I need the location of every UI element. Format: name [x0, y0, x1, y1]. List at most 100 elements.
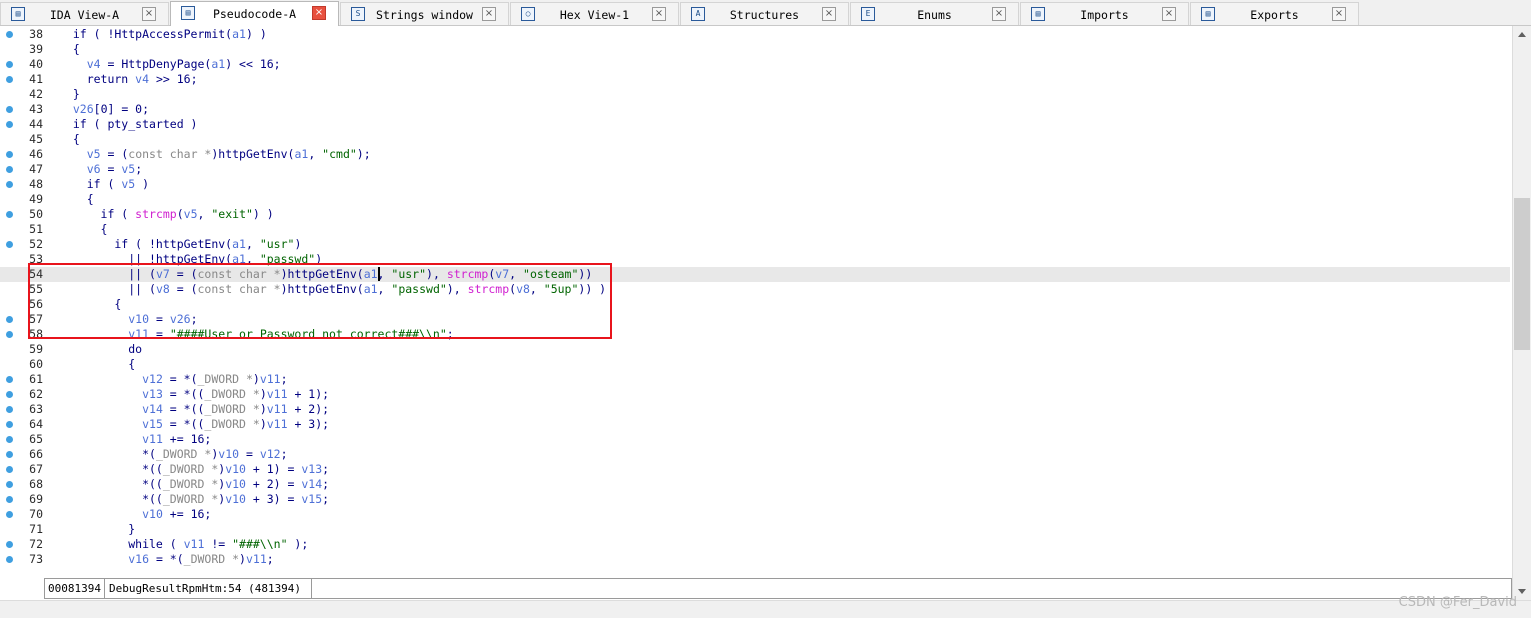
code-line[interactable]: 72 while ( v11 != "###\\n" );: [0, 537, 1510, 552]
code-line[interactable]: 59 do: [0, 342, 1510, 357]
breakpoint-dot-icon[interactable]: [6, 106, 13, 113]
code-token: if ( !httpGetEnv(: [59, 237, 233, 251]
code-line[interactable]: 63 v14 = *((_DWORD *)v11 + 2);: [0, 402, 1510, 417]
code-token: = *((: [162, 387, 205, 401]
breakpoint-dot-icon[interactable]: [6, 61, 13, 68]
vertical-scrollbar[interactable]: [1512, 26, 1531, 600]
code-token: _DWORD *: [204, 417, 260, 431]
breakpoint-dot-icon[interactable]: [6, 541, 13, 548]
code-line[interactable]: 66 *(_DWORD *)v10 = v12;: [0, 447, 1510, 462]
scroll-up-arrow-icon[interactable]: [1518, 32, 1526, 37]
tab-enums[interactable]: E Enums ×: [850, 2, 1019, 25]
breakpoint-dot-icon[interactable]: [6, 316, 13, 323]
hex-view-icon: ○: [521, 7, 535, 21]
code-token: _DWORD *: [155, 447, 212, 461]
breakpoint-dot-icon[interactable]: [6, 376, 13, 383]
code-token: v6: [86, 162, 101, 176]
breakpoint-dot-icon[interactable]: [6, 241, 13, 248]
code-token: if (: [59, 207, 136, 221]
tab-close-icon[interactable]: ×: [1332, 7, 1346, 21]
tab-label: Strings window: [376, 8, 473, 22]
breakpoint-dot-icon[interactable]: [6, 181, 13, 188]
tab-pseudocode-a[interactable]: ▤ Pseudocode-A ×: [170, 1, 339, 26]
tab-close-icon[interactable]: ×: [992, 7, 1006, 21]
breakpoint-dot-icon[interactable]: [6, 331, 13, 338]
code-line[interactable]: 43 v26[0] = 0;: [0, 102, 1510, 117]
tab-exports[interactable]: ▤ Exports ×: [1190, 2, 1359, 25]
code-line[interactable]: 71 }: [0, 522, 1510, 537]
horizontal-scrollbar[interactable]: [0, 600, 1531, 618]
scroll-thumb[interactable]: [1514, 198, 1530, 350]
breakpoint-dot-icon[interactable]: [6, 151, 13, 158]
tab-close-icon[interactable]: ×: [312, 6, 326, 20]
code-line[interactable]: 73 v16 = *(_DWORD *)v11;: [0, 552, 1510, 567]
breakpoint-dot-icon[interactable]: [6, 166, 13, 173]
tab-hex-view-1[interactable]: ○ Hex View-1 ×: [510, 2, 679, 25]
code-token: *((: [59, 462, 163, 476]
code-line[interactable]: 39 {: [0, 42, 1510, 57]
pseudocode-view[interactable]: 38 if ( !HttpAccessPermit(a1) ) 39 {40 v4…: [0, 26, 1512, 578]
code-text: v26[0] = 0;: [59, 102, 149, 117]
code-line[interactable]: 64 v15 = *((_DWORD *)v11 + 3);: [0, 417, 1510, 432]
pseudocode-icon: ▤: [181, 6, 195, 20]
breakpoint-dot-icon[interactable]: [6, 481, 13, 488]
tab-close-icon[interactable]: ×: [822, 7, 836, 21]
code-line[interactable]: 48 if ( v5 ): [0, 177, 1510, 192]
tab-strings-window[interactable]: S Strings window ×: [340, 2, 509, 25]
breakpoint-dot-icon[interactable]: [6, 511, 13, 518]
code-line[interactable]: 69 *((_DWORD *)v10 + 3) = v15;: [0, 492, 1510, 507]
breakpoint-dot-icon[interactable]: [6, 436, 13, 443]
code-line[interactable]: 49 {: [0, 192, 1510, 207]
tab-ida-view-a[interactable]: ▤ IDA View-A ×: [0, 2, 169, 25]
code-line[interactable]: 47 v6 = v5;: [0, 162, 1510, 177]
code-token: ): [135, 177, 150, 191]
line-number: 52: [29, 237, 43, 251]
code-token: v10: [225, 462, 246, 476]
enums-icon: E: [861, 7, 875, 21]
code-text: v14 = *((_DWORD *)v11 + 2);: [59, 402, 329, 417]
line-number: 66: [29, 447, 43, 461]
code-line[interactable]: 41 return v4 >> 16;: [0, 72, 1510, 87]
code-line[interactable]: 50 if ( strcmp(v5, "exit") ): [0, 207, 1510, 222]
code-line[interactable]: 45 {: [0, 132, 1510, 147]
tab-imports[interactable]: ▤ Imports ×: [1020, 2, 1189, 25]
breakpoint-dot-icon[interactable]: [6, 421, 13, 428]
imports-icon: ▤: [1031, 7, 1045, 21]
breakpoint-dot-icon[interactable]: [6, 451, 13, 458]
breakpoint-dot-icon[interactable]: [6, 391, 13, 398]
breakpoint-dot-icon[interactable]: [6, 496, 13, 503]
tab-structures[interactable]: A Structures ×: [680, 2, 849, 25]
tab-close-icon[interactable]: ×: [482, 7, 496, 21]
code-line[interactable]: 67 *((_DWORD *)v10 + 1) = v13;: [0, 462, 1510, 477]
code-line[interactable]: 38 if ( !HttpAccessPermit(a1) ): [0, 27, 1510, 42]
code-line[interactable]: 44 if ( pty_started ): [0, 117, 1510, 132]
code-line[interactable]: 61 v12 = *(_DWORD *)v11;: [0, 372, 1510, 387]
breakpoint-dot-icon[interactable]: [6, 31, 13, 38]
breakpoint-dot-icon[interactable]: [6, 211, 13, 218]
code-token: if ( !: [59, 27, 115, 41]
code-line[interactable]: 65 v11 += 16;: [0, 432, 1510, 447]
scroll-down-arrow-icon[interactable]: [1518, 589, 1526, 594]
breakpoint-dot-icon[interactable]: [6, 121, 13, 128]
tab-label: Enums: [917, 8, 952, 22]
code-line[interactable]: 51 {: [0, 222, 1510, 237]
tab-close-icon[interactable]: ×: [652, 7, 666, 21]
code-line[interactable]: 62 v13 = *((_DWORD *)v11 + 1);: [0, 387, 1510, 402]
tab-close-icon[interactable]: ×: [1162, 7, 1176, 21]
code-line[interactable]: 68 *((_DWORD *)v10 + 2) = v14;: [0, 477, 1510, 492]
code-line[interactable]: 40 v4 = HttpDenyPage(a1) << 16;: [0, 57, 1510, 72]
breakpoint-dot-icon[interactable]: [6, 466, 13, 473]
tab-close-icon[interactable]: ×: [142, 7, 156, 21]
code-line[interactable]: 46 v5 = (const char *)httpGetEnv(a1, "cm…: [0, 147, 1510, 162]
code-line[interactable]: 70 v10 += 16;: [0, 507, 1510, 522]
code-token: [0] = 0;: [93, 102, 150, 116]
code-token: v15: [142, 417, 163, 431]
code-line[interactable]: 52 if ( !httpGetEnv(a1, "usr"): [0, 237, 1510, 252]
breakpoint-dot-icon[interactable]: [6, 406, 13, 413]
code-line[interactable]: 60 {: [0, 357, 1510, 372]
breakpoint-dot-icon[interactable]: [6, 76, 13, 83]
code-line[interactable]: 42 }: [0, 87, 1510, 102]
breakpoint-dot-icon[interactable]: [6, 556, 13, 563]
code-text: }: [59, 522, 135, 537]
code-token: v11: [142, 432, 163, 446]
